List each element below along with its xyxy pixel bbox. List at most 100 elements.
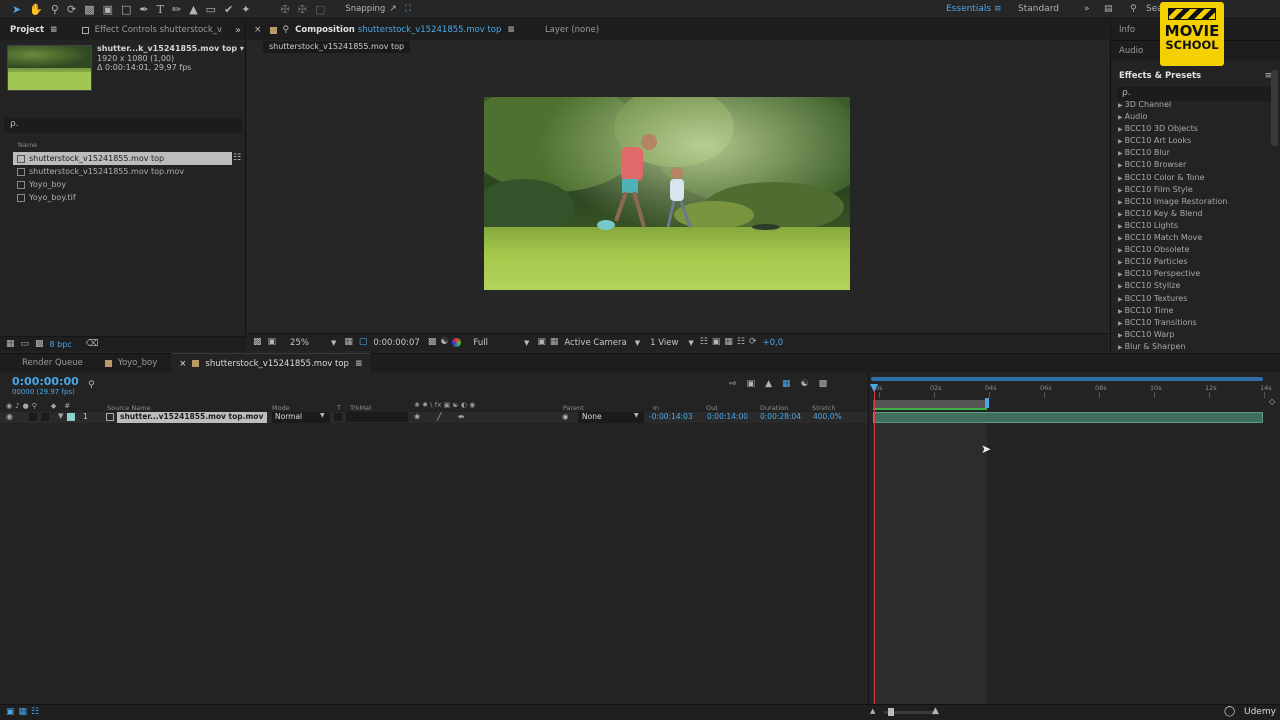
effects-category-item[interactable]: BCC10 Transitions xyxy=(1111,318,1271,330)
tab-yoyo-boy[interactable]: Yoyo_boy xyxy=(97,353,165,373)
effects-scrollbar[interactable] xyxy=(1271,70,1278,146)
preserve-transparency-toggle[interactable] xyxy=(334,413,342,421)
column-source-name[interactable]: Source Name xyxy=(107,404,151,412)
in-out-toggle-icon[interactable]: ☷ xyxy=(31,708,39,717)
project-item[interactable]: shutterstock_v15241855.mov top.mov xyxy=(0,165,246,178)
work-area-end-handle[interactable] xyxy=(985,398,989,408)
flowchart-icon[interactable]: ☷ xyxy=(233,153,241,163)
eraser-tool-icon[interactable]: ▭ xyxy=(206,4,216,15)
layer-visibility-icon[interactable]: ◉ xyxy=(6,412,13,423)
camera-view-select[interactable]: Active Camera xyxy=(564,338,626,348)
pan-behind-tool-icon[interactable]: ▣ xyxy=(103,4,113,15)
tab-effect-controls[interactable]: Effect Controls shutterstock_v xyxy=(74,20,230,40)
selection-tool-icon[interactable]: ➤ xyxy=(12,4,21,15)
draft-3d-icon[interactable]: ▣ xyxy=(747,380,756,389)
effects-category-item[interactable]: BCC10 Stylize xyxy=(1111,281,1271,293)
layer-switches-toggle-icon[interactable]: ▣ xyxy=(6,708,15,717)
timeline-search-input[interactable]: ⚲ xyxy=(88,380,188,393)
transfer-controls-toggle-icon[interactable]: ▦ xyxy=(19,708,28,717)
effects-category-item[interactable]: BCC10 Particles xyxy=(1111,257,1271,269)
search-help-icon[interactable]: ⚲ xyxy=(1130,4,1137,14)
workspace-menu-icon[interactable]: ≡ xyxy=(994,4,1002,14)
snapshot-icon[interactable]: ▩ xyxy=(428,338,437,347)
sync-settings-icon[interactable]: ▤ xyxy=(1104,4,1113,14)
rotation-tool-icon[interactable]: ⟳ xyxy=(67,4,76,15)
layer-name[interactable]: shutter...v15241855.mov top.mov xyxy=(117,412,267,423)
camera-tool-icon[interactable]: ▩ xyxy=(84,4,94,15)
column-stretch[interactable]: Stretch xyxy=(812,404,835,412)
selected-item-name[interactable]: shutter...k_v15241855.mov top ▾ xyxy=(97,44,244,54)
graph-editor-icon[interactable]: ▩ xyxy=(819,380,828,389)
shy-layers-icon[interactable]: ▲ xyxy=(765,380,772,389)
comp-flowchart-icon[interactable]: ☷ xyxy=(737,338,745,347)
project-item[interactable]: Yoyo_boy xyxy=(0,178,246,191)
current-time-display[interactable]: 0:00:00:07 xyxy=(373,338,419,348)
resolution-select[interactable]: Full xyxy=(473,338,488,348)
effects-category-item[interactable]: BCC10 Time xyxy=(1111,306,1271,318)
tab-overflow-icon[interactable]: » xyxy=(235,25,241,36)
resolution-dropdown-icon[interactable]: ▼ xyxy=(524,339,529,347)
frame-blend-switch-icon[interactable]: ⇼ xyxy=(458,412,464,423)
layer-stretch[interactable]: 400,0% xyxy=(813,412,842,423)
fast-previews-icon[interactable]: ▣ xyxy=(712,338,721,347)
effects-category-item[interactable]: BCC10 Art Looks xyxy=(1111,136,1271,148)
view-axis-icon[interactable]: ▢ xyxy=(315,4,325,15)
parent-dropdown-icon[interactable]: ▼ xyxy=(634,412,639,423)
safe-zones-icon[interactable]: ▦ xyxy=(344,338,353,347)
effects-category-item[interactable]: BCC10 Lights xyxy=(1111,221,1271,233)
workspace-standard[interactable]: Standard xyxy=(1018,4,1059,14)
tab-timeline-comp[interactable]: × shutterstock_v15241855.mov top ≡ xyxy=(171,353,371,373)
layer-duration[interactable]: 0:00:28:04 xyxy=(760,412,801,423)
type-tool-icon[interactable]: T xyxy=(157,4,164,15)
rectangle-tool-icon[interactable]: □ xyxy=(121,4,131,15)
tab-layer[interactable]: Layer (none) xyxy=(537,20,607,40)
new-folder-icon[interactable]: ▭ xyxy=(21,339,30,349)
zoom-out-icon[interactable]: ▲ xyxy=(870,708,875,715)
region-of-interest-icon[interactable]: ▣ xyxy=(537,338,546,347)
comp-mini-flowchart-icon[interactable]: ⇨ xyxy=(729,380,737,389)
close-tab-icon[interactable]: × xyxy=(179,359,186,369)
time-graph-area[interactable]: 0s 02s 04s 06s 08s 10s 12s 14s ◇ ➤ xyxy=(868,372,1280,704)
local-axis-icon[interactable]: ✠ xyxy=(281,4,290,15)
comp-breadcrumb[interactable]: shutterstock_v15241855.mov top xyxy=(263,41,411,53)
effects-category-item[interactable]: BCC10 Film Style xyxy=(1111,185,1271,197)
zoom-tool-icon[interactable]: ⚲ xyxy=(51,4,59,15)
effects-category-item[interactable]: BCC10 Browser xyxy=(1111,160,1271,172)
delete-icon[interactable]: ⌫ xyxy=(86,339,99,349)
trkmat-select[interactable] xyxy=(346,412,408,422)
brush-tool-icon[interactable]: ✏ xyxy=(172,4,181,15)
snapping-grid-icon[interactable]: ⛶ xyxy=(405,4,411,14)
clone-stamp-tool-icon[interactable]: ▲ xyxy=(189,4,197,15)
panel-menu-icon[interactable]: ≡ xyxy=(355,359,363,369)
column-mode[interactable]: Mode xyxy=(272,404,290,412)
effects-category-item[interactable]: BCC10 Perspective xyxy=(1111,269,1271,281)
snapping-label[interactable]: Snapping xyxy=(345,4,385,14)
reset-exposure-icon[interactable]: ⟳ xyxy=(749,338,757,347)
layer-out-point[interactable]: 0:00:14:00 xyxy=(707,412,748,423)
magnification-dropdown-icon[interactable]: ▼ xyxy=(331,339,336,347)
motion-blur-icon[interactable]: ☯ xyxy=(801,380,809,389)
show-snapshot-icon[interactable]: ☯ xyxy=(440,338,448,347)
effects-category-item[interactable]: 3D Channel xyxy=(1111,100,1271,112)
timeline-icon[interactable]: ▦ xyxy=(724,338,733,347)
effects-category-item[interactable]: BCC10 Key & Blend xyxy=(1111,209,1271,221)
effects-category-item[interactable]: BCC10 3D Objects xyxy=(1111,124,1271,136)
interpret-footage-icon[interactable]: ▦ xyxy=(6,339,15,349)
magnification-select[interactable]: 25% xyxy=(290,338,309,348)
effects-category-item[interactable]: BCC10 Obsolete xyxy=(1111,245,1271,257)
effects-category-item[interactable]: BCC10 Textures xyxy=(1111,294,1271,306)
panel-menu-icon[interactable]: ≡ xyxy=(50,25,58,35)
exposure-value[interactable]: +0,0 xyxy=(763,338,784,348)
zoom-in-icon[interactable]: ▲ xyxy=(932,707,939,716)
always-preview-icon[interactable]: ▩ xyxy=(253,338,262,347)
layer-duration-bar[interactable] xyxy=(873,412,1263,423)
layer-label-color[interactable] xyxy=(67,413,75,421)
layer-in-point[interactable]: -0:00:14:03 xyxy=(649,412,693,423)
playhead-line[interactable] xyxy=(874,385,875,704)
workspace-overflow-icon[interactable]: » xyxy=(1084,4,1090,14)
column-name-header[interactable]: Name xyxy=(18,141,37,149)
project-item[interactable]: shutterstock_v15241855.mov top xyxy=(0,152,232,165)
column-t[interactable]: T xyxy=(337,404,341,412)
timeline-current-time[interactable]: 0:00:00:00 xyxy=(12,375,79,388)
close-tab-icon[interactable]: × xyxy=(254,25,262,35)
